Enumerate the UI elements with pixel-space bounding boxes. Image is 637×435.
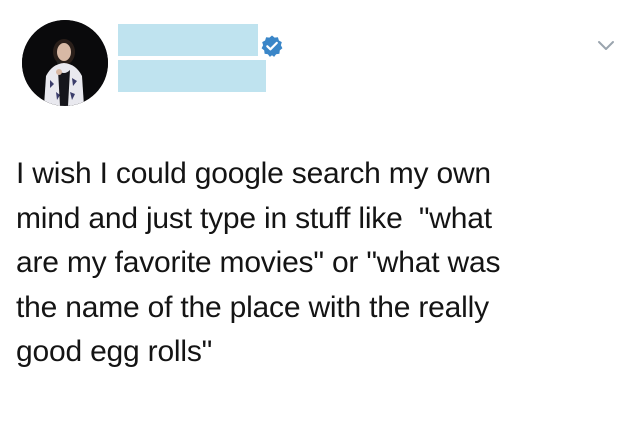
tweet-text-line: mind and just type in stuff like "what [16,201,492,235]
chevron-down-icon[interactable] [597,40,615,52]
avatar[interactable] [22,20,108,106]
tweet-card: I wish I could google search my own mind… [0,0,637,435]
tweet-text-line: I wish I could google search my own [16,157,491,190]
display-name-redacted[interactable] [118,24,258,56]
tweet-text-line: the name of the place with the really [16,290,489,324]
avatar-photo [22,20,108,106]
tweet-text-line: good egg rolls" [16,335,213,368]
tweet-text-line: are my favorite movies" or "what was [16,246,501,279]
username-redacted[interactable] [118,60,266,92]
tweet-text: I wish I could google search my own mind… [16,152,616,375]
verified-check-icon [261,35,283,57]
